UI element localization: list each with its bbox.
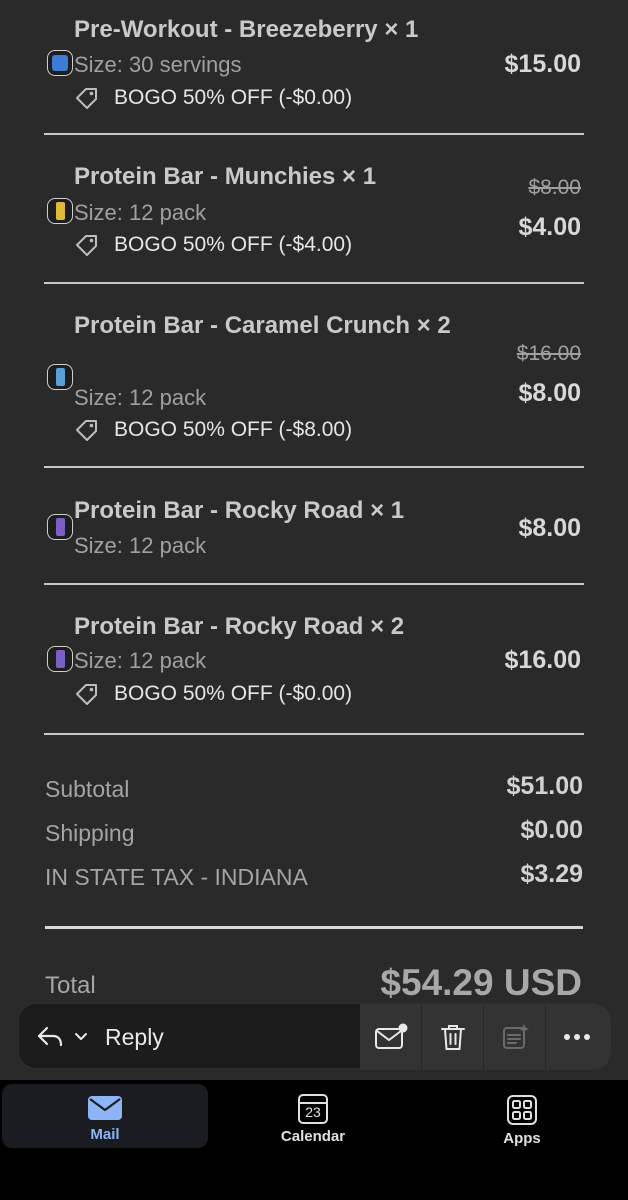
tag-icon [76, 684, 97, 705]
discount-label: BOGO 50% OFF (-$0.00) [114, 682, 353, 705]
item-price: $16.00 [504, 646, 581, 674]
trash-icon [440, 1025, 465, 1050]
discount-label: BOGO 50% OFF (-$4.00) [114, 233, 353, 256]
email-view: Pre-Workout - Breezeberry × 1 Size: 30 s… [0, 0, 628, 1200]
calendar-icon: 23 [298, 1094, 328, 1124]
total-value: $54.29 USD [380, 962, 582, 1003]
item-name: Protein Bar - Rocky Road × 2 [74, 613, 405, 640]
divider [44, 133, 584, 135]
item-discount: BOGO 50% OFF (-$4.00) [74, 230, 352, 260]
item-name: Pre-Workout - Breezeberry × 1 [74, 16, 419, 43]
discount-label: BOGO 50% OFF (-$0.00) [114, 86, 353, 109]
calendar-day: 23 [305, 1104, 321, 1120]
item-size: Size: 12 pack [74, 533, 207, 558]
summarize-button [484, 1004, 546, 1070]
product-bar-icon [47, 364, 73, 390]
summarize-icon [502, 1024, 529, 1049]
order-item: Protein Bar - Rocky Road × 1 Size: 12 pa… [0, 484, 628, 584]
divider [44, 466, 584, 468]
tab-label: Mail [90, 1126, 120, 1143]
tab-mail[interactable]: Mail [2, 1084, 208, 1148]
chevron-down-icon[interactable] [73, 1031, 89, 1043]
order-item: Pre-Workout - Breezeberry × 1 Size: 30 s… [0, 0, 628, 136]
subtotal-row: Subtotal $51.00 [45, 772, 583, 806]
total-label: Total [45, 972, 96, 999]
mark-unread-icon [374, 1023, 407, 1049]
item-discount: BOGO 50% OFF (-$8.00) [74, 415, 352, 445]
item-size: Size: 30 servings [74, 52, 242, 77]
item-name: Protein Bar - Rocky Road × 1 [74, 497, 405, 524]
item-price: $8.00 [518, 514, 581, 542]
item-size: Size: 12 pack [74, 385, 207, 410]
product-bar-icon [47, 198, 73, 224]
item-price: $4.00 [518, 213, 581, 241]
reply-label: Reply [105, 1023, 164, 1050]
tab-calendar[interactable]: 23 Calendar [210, 1084, 416, 1148]
divider [44, 282, 584, 284]
item-name: Protein Bar - Caramel Crunch × 2 [74, 312, 451, 339]
tab-label: Apps [503, 1130, 541, 1147]
item-size: Size: 12 pack [74, 648, 207, 673]
tag-icon [76, 420, 97, 441]
mark-unread-button[interactable] [360, 1004, 422, 1070]
more-button[interactable] [546, 1004, 608, 1070]
more-icon [564, 1034, 590, 1040]
delete-button[interactable] [422, 1004, 484, 1070]
tax-label: IN STATE TAX - INDIANA [45, 864, 308, 890]
item-discount: BOGO 50% OFF (-$0.00) [74, 679, 352, 709]
subtotal-value: $51.00 [506, 772, 583, 800]
original-price: $8.00 [528, 176, 581, 199]
product-bar-icon [47, 514, 73, 540]
discount-label: BOGO 50% OFF (-$8.00) [114, 418, 353, 441]
item-size: Size: 12 pack [74, 200, 207, 225]
tag-icon [76, 235, 97, 256]
apps-icon [507, 1095, 537, 1125]
divider [44, 733, 584, 735]
divider [44, 583, 584, 585]
reply-actions [360, 1004, 611, 1070]
reply-toolbar: Reply [18, 1003, 611, 1070]
tax-row: IN STATE TAX - INDIANA $3.29 [45, 860, 583, 894]
shipping-label: Shipping [45, 820, 135, 846]
shipping-row: Shipping $0.00 [45, 816, 583, 850]
order-item: Protein Bar - Munchies × 1 Size: 12 pack… [0, 150, 628, 284]
item-price: $8.00 [518, 379, 581, 407]
product-jar-icon [47, 50, 73, 76]
order-item: Protein Bar - Rocky Road × 2 Size: 12 pa… [0, 600, 628, 734]
tax-value: $3.29 [520, 860, 583, 888]
mail-icon [88, 1096, 122, 1120]
shipping-value: $0.00 [520, 816, 583, 844]
subtotal-label: Subtotal [45, 776, 130, 802]
reply-arrow-icon [37, 1026, 63, 1047]
tab-apps[interactable]: Apps [419, 1084, 625, 1148]
item-name: Protein Bar - Munchies × 1 [74, 163, 377, 190]
tab-label: Calendar [280, 1128, 346, 1145]
summary-divider [45, 926, 583, 929]
product-bar-icon [47, 646, 73, 672]
original-price: $16.00 [516, 342, 581, 365]
item-price: $15.00 [504, 50, 581, 78]
item-discount: BOGO 50% OFF (-$0.00) [74, 83, 352, 113]
order-item: Protein Bar - Caramel Crunch × 2 Size: 1… [0, 298, 628, 468]
reply-button[interactable]: Reply [35, 1004, 164, 1070]
tab-bar: Mail 23 Calendar Apps [0, 1080, 628, 1200]
tag-icon [76, 88, 97, 109]
